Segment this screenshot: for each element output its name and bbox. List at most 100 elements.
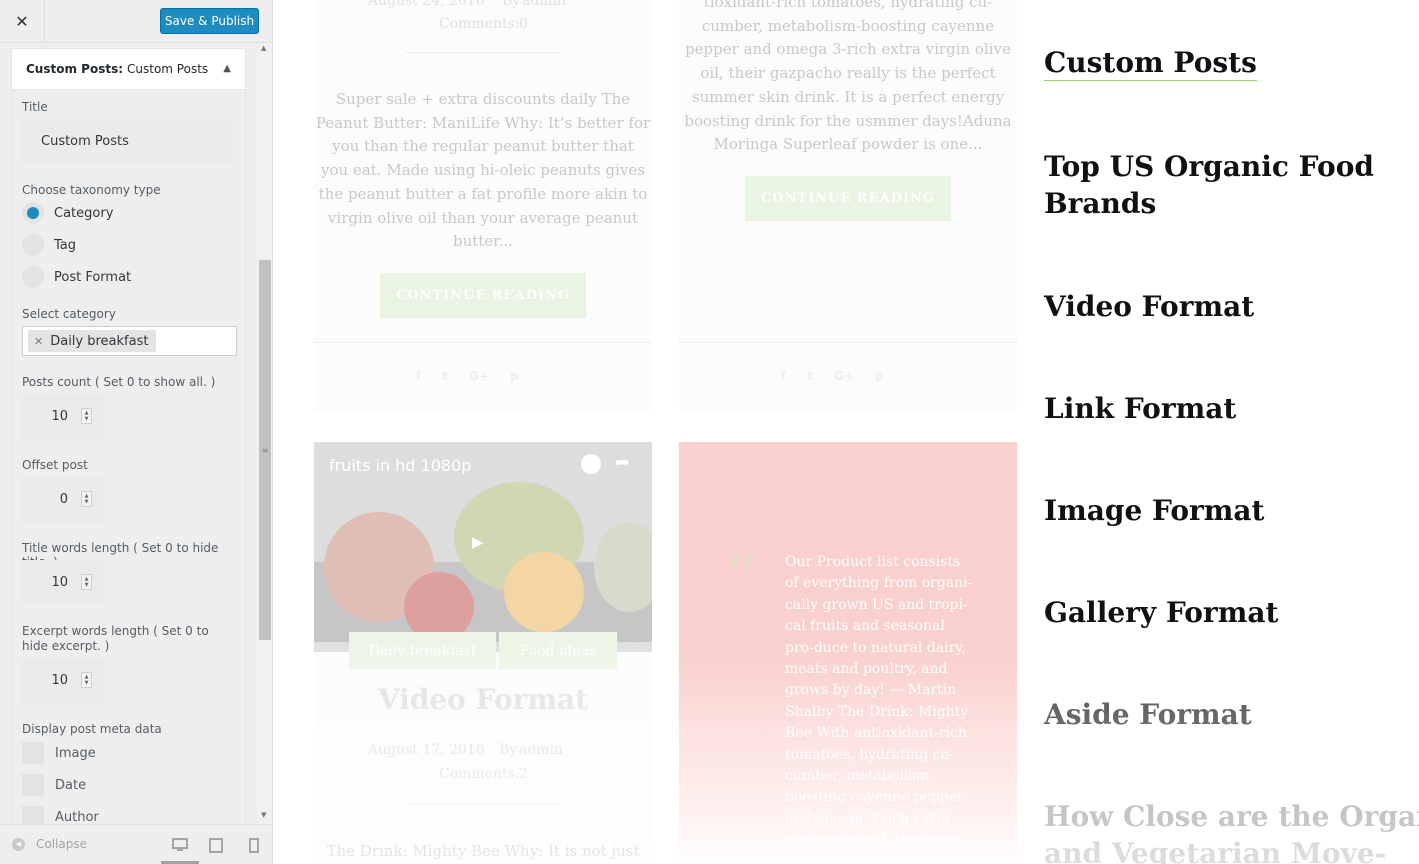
- continue-reading-button[interactable]: CONTINUE READING: [745, 176, 951, 221]
- close-icon: ✕: [15, 11, 29, 31]
- excerpt-words-input[interactable]: 10 ▲ ▼: [22, 658, 104, 703]
- facebook-icon[interactable]: f: [781, 369, 786, 383]
- google-plus-icon[interactable]: G+: [469, 369, 489, 383]
- pinterest-icon[interactable]: p: [875, 369, 884, 383]
- tablet-preview-icon[interactable]: [209, 838, 223, 853]
- widget-title: Custom Posts: [127, 62, 209, 76]
- post-author-prefix: By: [502, 0, 521, 9]
- excerpt-line: butter...: [452, 232, 514, 251]
- post-excerpt: tioxidant-rich tomatoes, hydrating cu- c…: [679, 0, 1017, 157]
- category-select[interactable]: ✕ Daily breakfast: [22, 326, 237, 356]
- scroll-down-icon[interactable]: ▼: [261, 811, 266, 819]
- custom-posts-widget: Custom Posts Top US Organic Food Brands …: [1044, 0, 1419, 864]
- tag-daily-breakfast[interactable]: Daily breakfast: [349, 632, 496, 669]
- widget-post-link[interactable]: How Close are the Organic: [1044, 798, 1419, 835]
- radio-selected-icon[interactable]: [22, 202, 44, 224]
- number-spinner-icon[interactable]: ▲ ▼: [81, 408, 92, 424]
- post-author[interactable]: admin: [522, 0, 566, 9]
- post-excerpt: Super sale + extra discounts daily The P…: [314, 88, 652, 254]
- excerpt-line: tioxidant-rich tomatoes, hydrating cu-: [703, 0, 993, 11]
- widget-post-link[interactable]: Brands: [1044, 185, 1156, 222]
- widget-post-link[interactable]: Gallery Format: [1044, 594, 1278, 631]
- checkbox-icon[interactable]: [22, 774, 44, 796]
- radio-category[interactable]: Category: [22, 202, 113, 224]
- comments-count[interactable]: 2: [519, 766, 528, 782]
- number-spinner-icon[interactable]: ▲ ▼: [81, 491, 92, 507]
- widget-post-link[interactable]: Video Format: [1044, 288, 1254, 325]
- excerpt-line: virgin olive oil than your average peanu…: [328, 208, 638, 227]
- radio-post-format-label: Post Format: [54, 269, 132, 285]
- share-icons: f t G+ p: [781, 369, 883, 383]
- title-words-value: 10: [51, 575, 68, 590]
- post-date[interactable]: August 17, 2016: [368, 742, 485, 758]
- meta-author-label: Author: [55, 809, 99, 825]
- radio-post-format[interactable]: Post Format: [22, 266, 131, 288]
- widget-panel-header[interactable]: Custom Posts: Custom Posts ▲: [12, 49, 245, 90]
- widget-post-link[interactable]: Image Format: [1044, 492, 1265, 529]
- twitter-icon[interactable]: t: [442, 369, 448, 383]
- posts-count-input[interactable]: 10 ▲ ▼: [22, 394, 104, 439]
- post-date[interactable]: August 24, 2016: [368, 0, 485, 9]
- watch-later-icon[interactable]: [581, 454, 601, 474]
- offset-input[interactable]: 0 ▲ ▼: [22, 477, 104, 522]
- posts-count-label: Posts count ( Set 0 to show all. ): [22, 375, 216, 389]
- excerpt-line: oil, their gazpacho really is the perfec…: [700, 64, 996, 83]
- widget-post-link[interactable]: Aside Format: [1044, 696, 1252, 733]
- meta-label: Display post meta data: [22, 722, 162, 736]
- desktop-preview-icon[interactable]: [172, 838, 188, 853]
- title-words-input[interactable]: 10 ▲ ▼: [22, 560, 104, 605]
- excerpt-line: summer skin drink. It is a perfect energ…: [691, 87, 1005, 106]
- radio-category-label: Category: [54, 205, 114, 221]
- radio-tag-label: Tag: [54, 237, 77, 253]
- post-author[interactable]: admin: [519, 742, 563, 758]
- video-share-icon[interactable]: ➦: [615, 452, 630, 473]
- checkbox-icon[interactable]: [22, 742, 44, 764]
- save-publish-button[interactable]: Save & Publish: [160, 8, 259, 34]
- comments-label: Comments:: [439, 16, 520, 32]
- collapse-button[interactable]: ◀ Collapse: [12, 837, 87, 851]
- collapse-icon: ◀: [12, 837, 25, 851]
- mobile-preview-icon[interactable]: [249, 838, 259, 853]
- radio-icon[interactable]: [22, 266, 44, 288]
- customizer-footer: ◀ Collapse: [0, 824, 272, 864]
- video-title[interactable]: fruits in hd 1080p: [329, 456, 471, 475]
- excerpt-words-label: Excerpt words length ( Set 0 to hide exc…: [22, 624, 209, 653]
- scroll-up-icon[interactable]: ▲: [261, 44, 266, 52]
- title-input[interactable]: Custom Posts: [22, 119, 232, 164]
- meta-date-label: Date: [55, 777, 87, 793]
- video-embed[interactable]: fruits in hd 1080p ➦ ▶: [314, 442, 652, 652]
- pinterest-icon[interactable]: p: [510, 369, 519, 383]
- excerpt-line: cumber, metabolism-boosting cayenne: [701, 16, 995, 35]
- comments-count[interactable]: 0: [519, 16, 528, 32]
- facebook-icon[interactable]: f: [416, 369, 421, 383]
- widget-post-link[interactable]: and Vegetarian Move-: [1044, 835, 1386, 864]
- offset-value: 0: [59, 492, 68, 507]
- play-icon[interactable]: ▶: [472, 533, 498, 559]
- radio-icon[interactable]: [22, 234, 44, 256]
- remove-chip-icon[interactable]: ✕: [34, 335, 43, 348]
- close-customizer-button[interactable]: ✕: [0, 0, 45, 42]
- category-label: Select category: [22, 307, 116, 321]
- widget-section-name: Custom Posts:: [26, 62, 124, 76]
- post-author-prefix: By: [499, 742, 518, 758]
- tag-food-ideas[interactable]: Food ideas: [499, 632, 617, 669]
- twitter-icon[interactable]: t: [807, 369, 813, 383]
- quote-text: Our Product list consists of everything …: [785, 554, 973, 864]
- number-spinner-icon[interactable]: ▲ ▼: [81, 574, 92, 590]
- widget-post-link[interactable]: Link Format: [1044, 390, 1236, 427]
- divider: [405, 804, 560, 805]
- comments-label: Comments:: [439, 766, 520, 782]
- google-plus-icon[interactable]: G+: [834, 369, 854, 383]
- widget-heading: Custom Posts: [1044, 44, 1257, 81]
- continue-reading-button[interactable]: CONTINUE READING: [380, 273, 586, 318]
- number-spinner-icon[interactable]: ▲ ▼: [81, 672, 92, 688]
- collapse-arrow-icon[interactable]: ▲: [223, 63, 231, 74]
- meta-date-checkbox[interactable]: Date: [22, 774, 86, 796]
- post-title[interactable]: Video Format: [314, 683, 652, 716]
- excerpt-line: you than the regular peanut butter that: [332, 137, 634, 156]
- widget-post-link[interactable]: Top US Organic Food: [1044, 148, 1374, 185]
- widget-heading-text[interactable]: Custom Posts: [1044, 46, 1257, 81]
- radio-tag[interactable]: Tag: [22, 234, 76, 256]
- excerpt-line: Super sale + extra discounts daily The: [335, 90, 631, 108]
- meta-image-checkbox[interactable]: Image: [22, 742, 96, 764]
